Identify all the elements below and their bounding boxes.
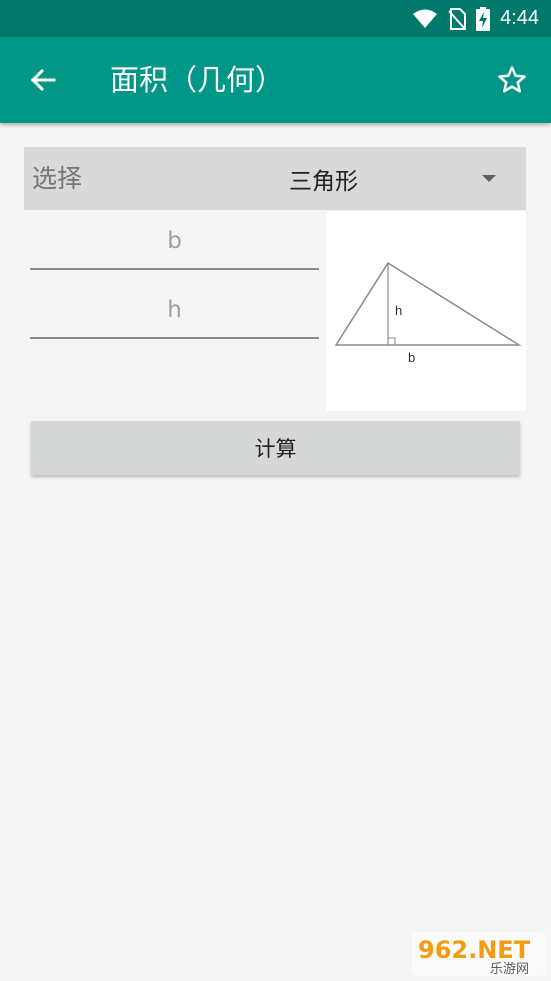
select-label: 选择	[32, 164, 83, 193]
height-label: h	[395, 303, 402, 318]
battery-charging-icon	[476, 6, 491, 31]
h-field[interactable]	[30, 283, 319, 339]
calculate-button[interactable]: 计算	[31, 421, 520, 475]
page-title: 面积（几何）	[110, 63, 285, 97]
svg-text:962.NET: 962.NET	[418, 936, 531, 964]
b-input[interactable]	[30, 214, 319, 270]
arrow-back-icon	[30, 68, 56, 92]
shape-selector[interactable]: 选择 三角形	[24, 147, 526, 210]
status-time: 4:44	[500, 7, 539, 29]
svg-text:乐游网: 乐游网	[490, 962, 529, 976]
b-field[interactable]	[30, 214, 319, 270]
dropdown-arrow-icon[interactable]	[482, 175, 496, 182]
app-bar: 面积（几何）	[0, 37, 551, 123]
watermark-logo: 962.NET 乐游网	[412, 932, 546, 977]
triangle-illustration: h b	[334, 261, 522, 365]
base-label: b	[408, 350, 415, 365]
back-button[interactable]	[20, 57, 66, 103]
star-outline-icon	[498, 66, 526, 93]
favorite-button[interactable]	[489, 57, 535, 103]
status-bar: 4:44	[0, 0, 551, 37]
triangle-diagram: h b	[326, 211, 526, 411]
h-input[interactable]	[30, 283, 319, 339]
wifi-icon	[413, 9, 438, 28]
no-sim-icon	[448, 7, 467, 30]
selected-shape[interactable]: 三角形	[289, 147, 358, 210]
